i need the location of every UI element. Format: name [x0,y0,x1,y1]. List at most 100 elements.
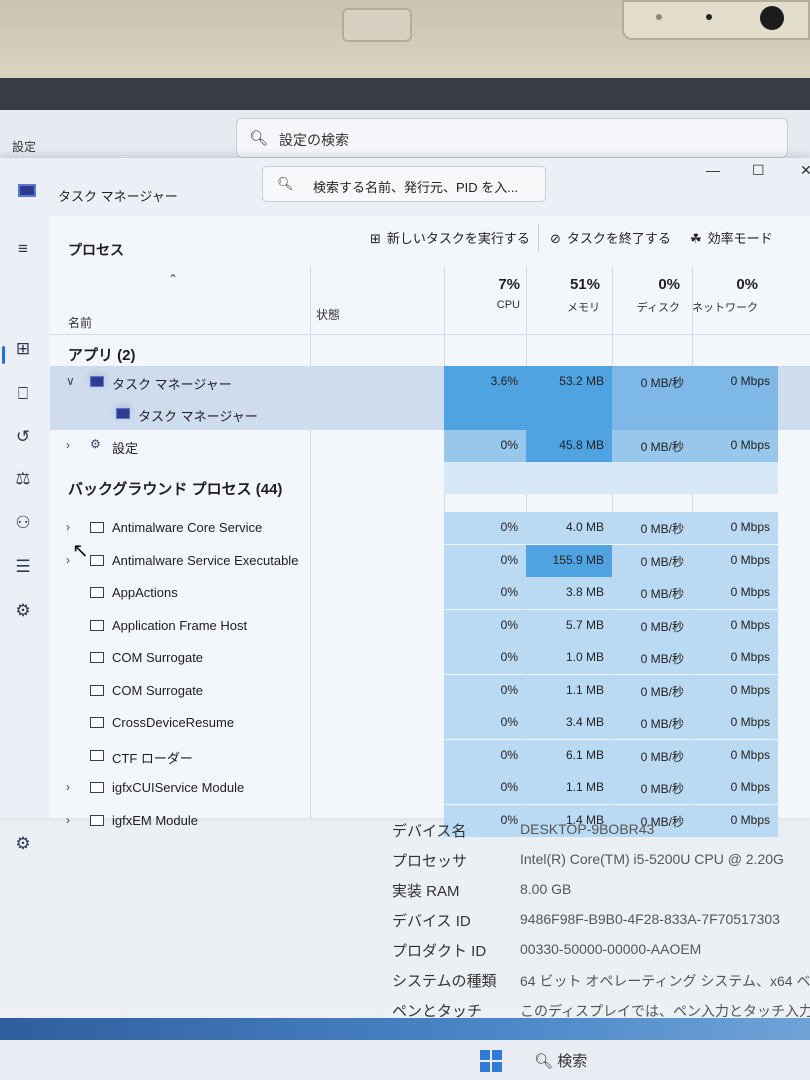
processes-page: プロセス ⊞ 新しいタスクを実行する ⊘ タスクを終了する ☘ 効率モード ⌃ 名前 … [50,216,810,837]
disk-cell: 0 MB/秒 [612,707,692,739]
memory-cell [526,462,612,494]
cpu-cell: 0% [444,544,526,577]
spec-value: Intel(R) Core(TM) i5-5200U CPU @ 2.20G [520,851,784,867]
process-search-placeholder: 検索する名前、発行元、PID を入... [313,180,519,195]
network-cell: 0 Mbps [692,772,778,804]
memory-total: 51% [569,276,600,293]
app-history-nav-icon[interactable]: ↺ [10,424,36,450]
cpu-cell [444,462,526,494]
background-group-header[interactable]: バックグラウンド プロセス (44) [68,478,282,499]
taskbar-search-button[interactable]: 🔍︎ 検索 [534,1050,587,1071]
memory-cell: 5.7 MB [526,609,612,642]
disk-cell: 0 MB/秒 [612,512,692,544]
table-row[interactable]: › Antimalware Core Service 0% 4.0 MB 0 MB/秒 0… [50,512,810,544]
task-manager-app-icon [90,376,104,387]
left-nav: ≡ ⊞ ⎕ ↺ ⚖ ⚇ ☰ ⚙ ⚙ [0,216,50,853]
expand-chevron-icon[interactable]: › [66,553,70,567]
disk-cell: 0 MB/秒 [612,772,692,804]
spec-value: 9486F98F-B9B0-4F28-833A-7F70517303 [520,911,780,927]
cpu-cell: 0% [444,674,526,707]
disk-cell: 0 MB/秒 [612,739,692,772]
table-row[interactable]: CTF ローダー 0% 6.1 MB 0 MB/秒 0 Mbps [50,739,810,772]
bezel-sensor-dot [656,14,662,20]
table-row[interactable]: › Antimalware Service Executable 0% 155.9 M… [50,544,810,577]
table-row[interactable]: Application Frame Host 0% 5.7 MB 0 MB/秒 0 Mb… [50,609,810,642]
settings-title: 設定 [12,140,37,154]
process-window-icon [90,652,104,663]
network-total: 0% [736,276,758,293]
device-specifications: デバイス名 DESKTOP-9BOBR43 プロセッサ Intel(R) Core(T… [0,818,810,1020]
process-window-icon [90,717,104,728]
table-row[interactable]: ∨ タスク マネージャー タスク マネージャー 3.6% 53.2 MB 0 M… [50,366,810,430]
search-icon: 🔍︎ [277,176,294,191]
process-name: COM Surrogate [112,682,204,698]
cpu-cell: 0% [444,707,526,739]
expand-chevron-icon[interactable]: › [66,780,70,794]
settings-search-input[interactable]: 🔍︎ 設定の検索 [236,118,788,158]
bezel-sensor [342,8,412,42]
task-manager-app-icon [18,184,36,197]
cpu-cell: 3.6% [444,366,526,430]
performance-nav-icon[interactable]: ⎕ [10,381,36,407]
memory-cell: 45.8 MB [526,430,612,462]
services-nav-icon[interactable]: ⚙ [10,598,36,624]
expand-chevron-icon[interactable]: › [66,438,70,452]
leaf-icon: ☘ [690,231,702,246]
spec-value: DESKTOP-9BOBR43 [520,821,655,837]
process-name: CTF ローダー [112,750,193,766]
processes-nav-icon[interactable]: ⊞ [10,336,36,362]
efficiency-mode-label: 効率モード [707,231,773,246]
memory-cell: 1.1 MB [526,674,612,707]
efficiency-mode-button[interactable]: ☘ 効率モード [690,228,773,247]
bezel-sensor-dot [706,14,712,20]
table-row[interactable]: › igfxCUIService Module 0% 1.1 MB 0 MB/秒 0 Mb… [50,772,810,804]
maximize-icon[interactable]: ☐ [752,162,765,179]
table-row[interactable]: CrossDeviceResume 0% 3.4 MB 0 MB/秒 0 Mbps [50,707,810,739]
details-nav-icon[interactable]: ☰ [10,554,36,580]
taskbar: 🔍︎ 検索 [0,1040,810,1080]
sort-ascending-icon[interactable]: ⌃ [168,272,178,286]
apps-group-header[interactable]: アプリ (2) [68,344,136,365]
cpu-label: CPU [496,299,520,311]
run-new-task-label: 新しいタスクを実行する [386,231,530,246]
memory-cell: 53.2 MB [526,366,612,430]
end-task-button[interactable]: ⊘ タスクを終了する [550,228,671,247]
close-icon[interactable]: ✕ [800,162,810,179]
windows-logo-icon [492,1050,502,1060]
search-icon: 🔍︎ [249,130,269,147]
users-nav-icon[interactable]: ⚇ [10,510,36,536]
spec-label: 実装 RAM [392,883,460,900]
process-window-icon [90,522,104,533]
process-search-input[interactable]: 🔍︎ 検索する名前、発行元、PID を入... [262,166,546,202]
disk-cell: 0 MB/秒 [612,430,692,462]
expand-chevron-icon[interactable]: › [66,520,70,534]
column-header-network[interactable]: 0% ネットワーク [678,276,758,315]
memory-cell: 4.0 MB [526,512,612,544]
column-header-name[interactable]: 名前 [68,314,92,331]
run-new-task-button[interactable]: ⊞ 新しいタスクを実行する [370,228,530,247]
disk-cell: 0 MB/秒 [612,609,692,642]
column-header-memory[interactable]: 51% メモリ [520,276,600,315]
settings-search-placeholder: 設定の検索 [279,132,349,148]
disk-cell: 0 MB/秒 [612,674,692,707]
collapse-chevron-icon[interactable]: ∨ [66,374,75,388]
cpu-cell: 0% [444,739,526,772]
column-header-status[interactable]: 状態 [316,306,340,323]
network-cell: 0 Mbps [692,739,778,772]
table-row[interactable]: AppActions 0% 3.8 MB 0 MB/秒 0 Mbps [50,577,810,609]
minimize-icon[interactable]: — [706,162,720,178]
table-row[interactable]: › ⚙ 設定 0% 45.8 MB 0 MB/秒 0 Mbps [50,430,810,462]
hamburger-menu-icon[interactable]: ≡ [10,236,36,262]
memory-cell: 3.8 MB [526,577,612,609]
process-name: タスク マネージャー [138,409,258,424]
window-title: タスク マネージャー [58,189,178,204]
column-header-cpu[interactable]: 7% CPU [440,276,520,311]
process-window-icon [90,619,104,631]
startup-apps-nav-icon[interactable]: ⚖ [10,466,36,492]
table-row[interactable]: COM Surrogate 0% 1.1 MB 0 MB/秒 0 Mbps [50,674,810,707]
windows-logo-icon [480,1050,490,1060]
mouse-cursor-icon: ↖ [72,540,89,562]
network-cell: 0 Mbps [692,366,778,430]
start-button[interactable] [480,1050,502,1072]
table-row[interactable]: COM Surrogate 0% 1.0 MB 0 MB/秒 0 Mbps [50,642,810,674]
